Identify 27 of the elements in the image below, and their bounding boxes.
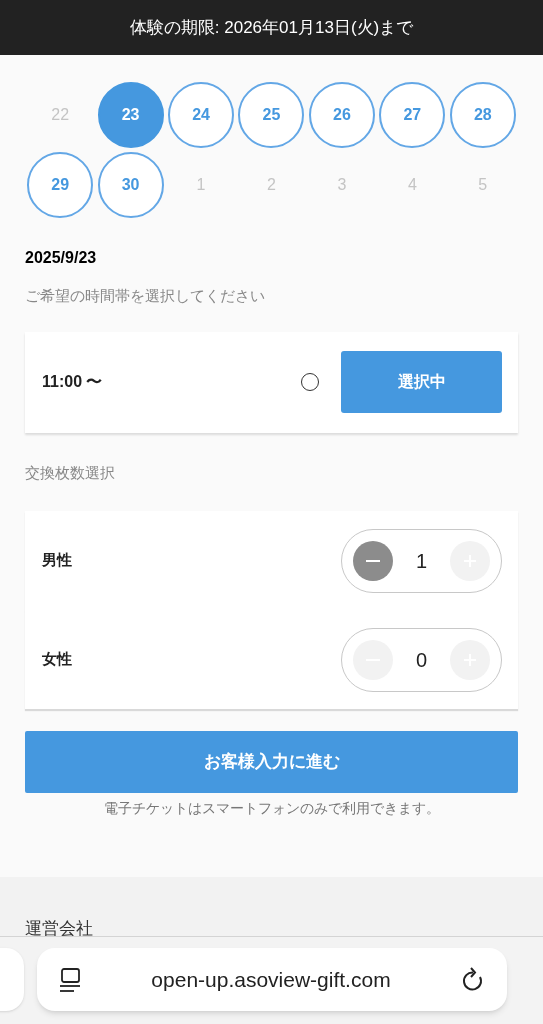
footer-heading: 運営会社 [25, 919, 93, 939]
expiry-banner-text: 体験の期限: 2026年01月13日(火)まで [129, 16, 414, 39]
minus-button[interactable] [353, 540, 393, 581]
quantity-value: 1 [415, 548, 428, 574]
quantity-row-label: 男性 [42, 550, 73, 571]
smartphone-note: 電子チケットはスマートフォンのみで利用できます。 [102, 799, 441, 818]
reload-icon[interactable] [461, 966, 485, 993]
time-label: 11:00 〜 [42, 372, 104, 392]
select-button[interactable]: 選択中 [341, 351, 502, 413]
minus-icon [366, 559, 380, 562]
calendar-day[interactable]: 27 [379, 82, 446, 148]
calendar-day[interactable]: 29 [27, 152, 94, 218]
quantity-label: 交換枚数選択 [25, 462, 116, 483]
address-bar[interactable]: open-up.asoview-gift.com [37, 948, 507, 1011]
proceed-button[interactable]: お客様入力に進む [25, 731, 518, 793]
quantity-value: 0 [415, 647, 428, 673]
quantity-row-label: 女性 [42, 649, 73, 670]
calendar-day[interactable]: 25 [238, 82, 305, 148]
url-text: open-up.asoview-gift.com [150, 966, 392, 993]
calendar-day[interactable]: 28 [449, 82, 516, 148]
calendar-day[interactable]: 23 [97, 82, 164, 148]
calendar-day[interactable]: 26 [308, 82, 375, 148]
selected-date: 2025/9/23 [25, 248, 98, 268]
page-menu-icon[interactable] [59, 966, 81, 993]
time-prompt: ご希望の時間帯を選択してください [25, 286, 266, 306]
calendar-day[interactable]: 24 [168, 82, 235, 148]
calendar-day[interactable]: 30 [97, 152, 164, 218]
